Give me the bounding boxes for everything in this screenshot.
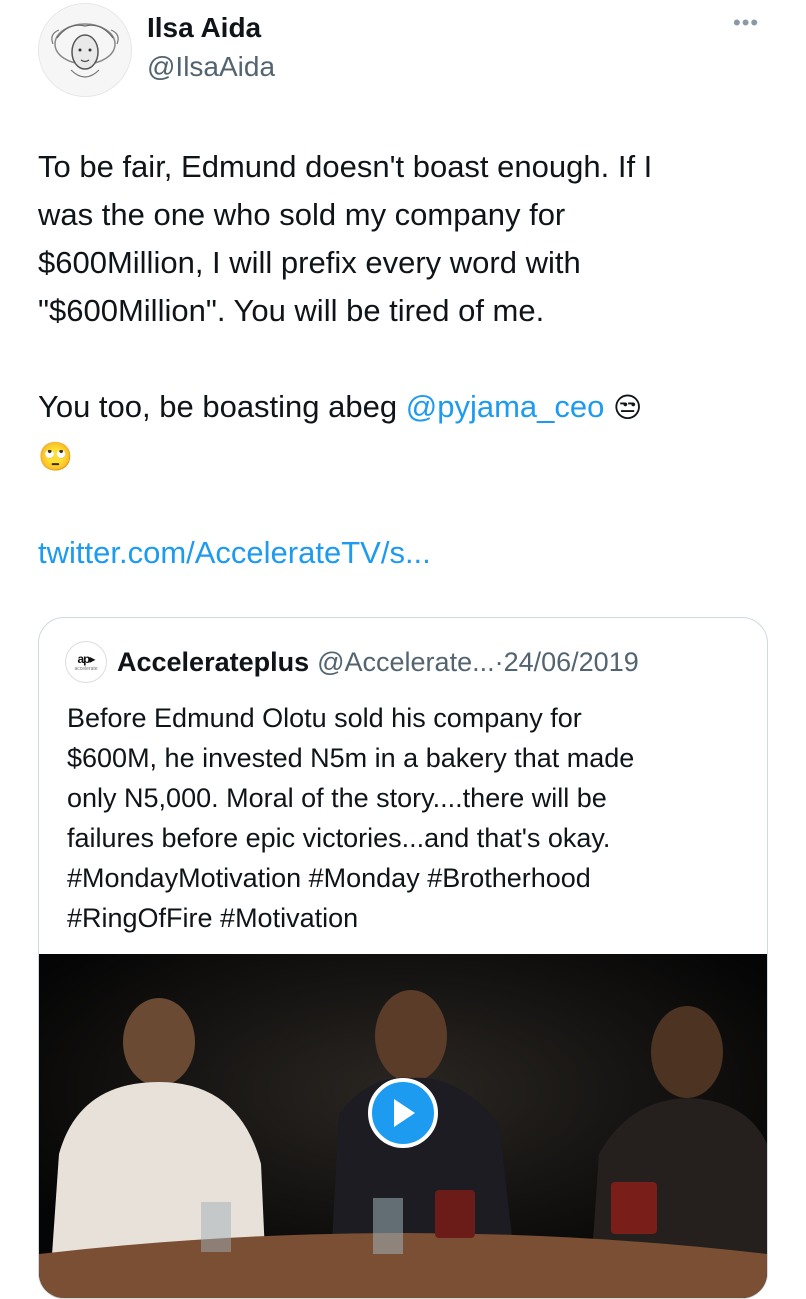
tweet-line: You too, be boasting abeg: [38, 389, 406, 424]
author-handle[interactable]: @IlsaAida: [147, 51, 275, 83]
quoted-tweet-date[interactable]: 24/06/2019: [504, 647, 639, 678]
author-avatar[interactable]: [38, 3, 132, 97]
unamused-emoji: 😒: [612, 391, 643, 424]
tweet-line: $600Million, I will prefix every word wi…: [38, 245, 581, 280]
play-icon[interactable]: [368, 1078, 438, 1148]
quoted-tweet-card[interactable]: ap▸ accelerate Accelerateplus @Accelerat…: [38, 617, 768, 1299]
tweet-body: To be fair, Edmund doesn't boast enough.…: [38, 143, 778, 577]
tweet-line: was the one who sold my company for: [38, 197, 566, 232]
mention-link[interactable]: @pyjama_ceo: [406, 389, 605, 424]
play-triangle: [394, 1099, 415, 1127]
tweet-line: To be fair, Edmund doesn't boast enough.…: [38, 149, 653, 184]
tweet-url-link[interactable]: twitter.com/AccelerateTV/s...: [38, 535, 431, 570]
logo-mark: ap▸: [77, 652, 95, 666]
quoted-author-avatar[interactable]: ap▸ accelerate: [65, 641, 107, 683]
more-dots-icon[interactable]: •••: [733, 10, 759, 36]
quoted-author-name[interactable]: Accelerateplus: [117, 647, 309, 678]
eye-roll-emoji: 🙄: [38, 440, 73, 473]
tweet-line: "$600Million". You will be tired of me.: [38, 293, 545, 328]
video-thumbnail[interactable]: [39, 954, 767, 1298]
quoted-author-handle[interactable]: @Accelerate...: [317, 647, 494, 678]
quoted-tweet-text: Before Edmund Olotu sold his company for…: [67, 703, 635, 933]
meta-separator: ·: [494, 646, 504, 677]
logo-subtext: accelerate: [74, 666, 98, 672]
avatar-illustration: [39, 4, 131, 96]
quoted-tweet-header: ap▸ accelerate Accelerateplus @Accelerat…: [65, 641, 639, 683]
author-name[interactable]: Ilsa Aida: [147, 12, 261, 44]
